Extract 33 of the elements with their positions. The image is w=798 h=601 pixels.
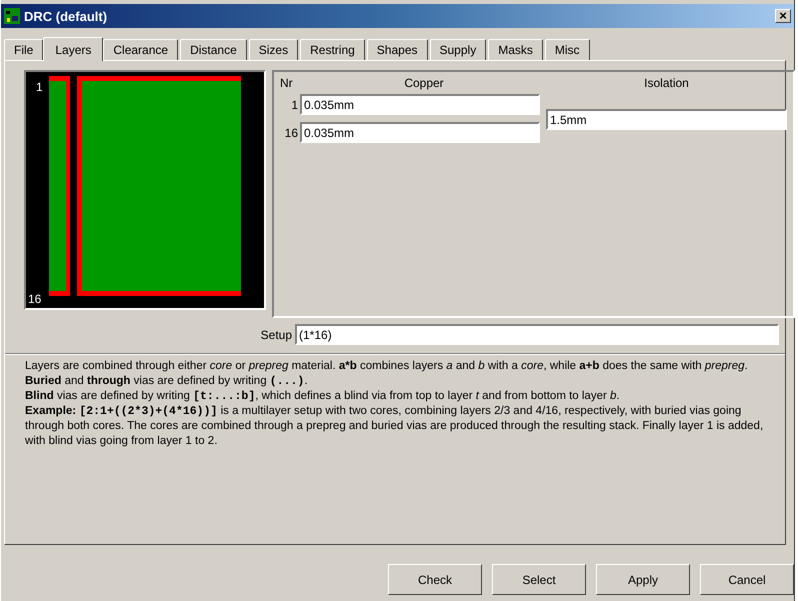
help-paragraph: Example: [2:1+((2*3)+(4*16))] is a multilayer setup with two cores, combining layers 2/3 and 4/16, respectively, with buried vias going through both cores. The cores are combined through a prepreg and buried vias are produced through the resulting stack. Finally layer 1 is added, with blind vias going from layer 1 to 2. <box>25 404 764 449</box>
dialog-button[interactable]: Check <box>388 564 482 595</box>
setup-field[interactable]: (1*16) <box>295 324 779 345</box>
tab[interactable]: Masks <box>488 39 543 60</box>
setup-label: Setup <box>260 328 292 342</box>
help-paragraph: Blind vias are defined by writing [t:...:b], which defines a blind via from top to layer t and from bottom to layer b. <box>25 389 621 404</box>
window-title: DRC (default) <box>24 8 108 24</box>
help-paragraph: Layers are combined through either core or prepreg material. a*b combines layers a and b with a core, while a+b does the same with prepreg. <box>25 359 749 374</box>
dialog-button[interactable]: Cancel <box>700 564 794 595</box>
tab[interactable]: Layers <box>43 37 104 61</box>
tab[interactable]: Restring <box>300 39 365 60</box>
close-button[interactable]: × <box>775 9 791 23</box>
copper-field[interactable]: 0.035mm <box>300 122 540 143</box>
dialog-button[interactable]: Select <box>492 564 586 595</box>
tab[interactable]: Distance <box>180 39 247 60</box>
column-header: Copper <box>403 76 445 92</box>
layer-number: 16 <box>28 292 42 306</box>
help-paragraph: Buried and through vias are defined by writing (...). <box>25 374 309 389</box>
column-header: Nr <box>280 76 294 92</box>
tab[interactable]: Shapes <box>366 39 428 60</box>
dialog-button[interactable]: Apply <box>596 564 690 595</box>
tab[interactable]: Sizes <box>248 39 298 60</box>
layer-number: 16 <box>284 126 298 140</box>
column-header: Isolation <box>643 76 690 92</box>
isolation-field[interactable]: 1.5mm <box>546 109 787 130</box>
tab[interactable]: Misc <box>544 39 590 60</box>
copper-field[interactable]: 0.035mm <box>300 94 540 115</box>
tab[interactable]: Supply <box>430 39 486 60</box>
layer-number: 1 <box>290 98 298 112</box>
tab[interactable]: File <box>4 39 44 60</box>
tab[interactable]: Clearance <box>103 39 178 60</box>
app-icon <box>4 8 20 24</box>
layer-number: 1 <box>36 80 43 94</box>
